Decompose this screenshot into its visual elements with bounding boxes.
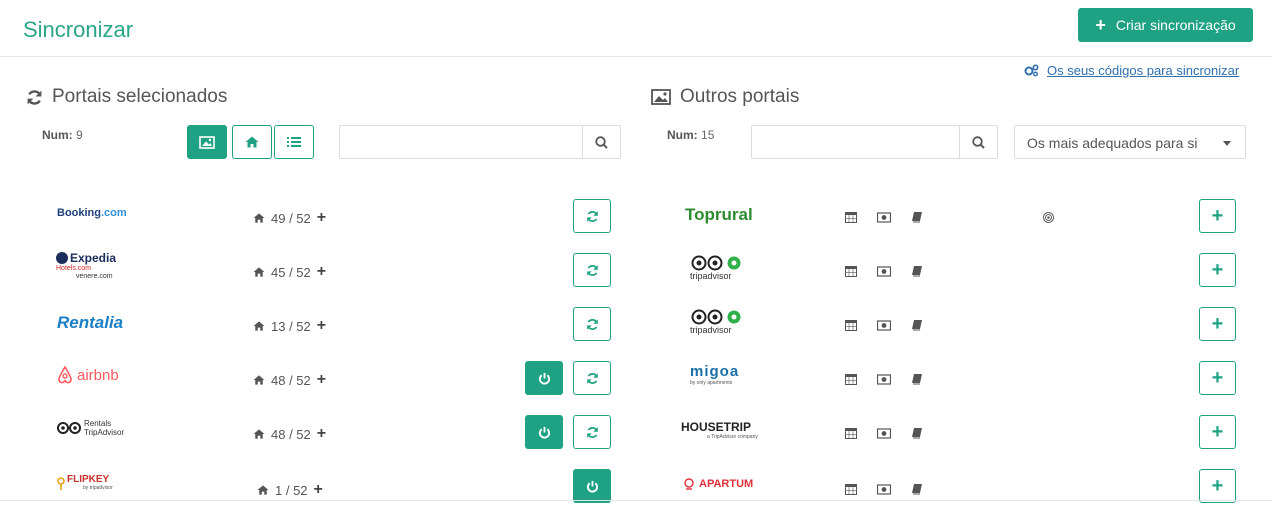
tripadvisor-logo: tripadvisor: [690, 309, 742, 335]
add-portal-button[interactable]: +: [1199, 199, 1236, 233]
target-icon: [1043, 212, 1054, 223]
money-icon: [877, 319, 891, 331]
home-icon: [245, 136, 259, 148]
toprural-logo: Toprural: [685, 205, 753, 224]
money-icon: [877, 427, 891, 439]
portal-features: [845, 319, 923, 331]
sort-select[interactable]: Os mais adequados para si: [1014, 125, 1246, 159]
book-icon: [912, 266, 922, 277]
book-icon: [912, 428, 922, 439]
calendar-icon: [845, 374, 857, 385]
portal-features: [845, 265, 923, 277]
selected-search-button[interactable]: [582, 126, 620, 158]
selected-count-label: Num:: [42, 128, 73, 142]
selected-count: Num: 9: [42, 128, 83, 142]
list-icon: [287, 137, 301, 147]
selected-count-value: 9: [76, 128, 83, 142]
top-bar: Sincronizar + Criar sincronização: [0, 0, 1272, 57]
calendar-icon: [845, 266, 857, 277]
create-sync-button[interactable]: + Criar sincronização: [1078, 8, 1253, 42]
selected-search: [339, 125, 621, 159]
image-icon: [651, 89, 671, 105]
housetrip-logo: HOUSETRIP a TripAdvisor company: [681, 420, 758, 441]
add-portal-button[interactable]: +: [1199, 253, 1236, 287]
sync-codes-link[interactable]: Os seus códigos para sincronizar: [1024, 63, 1239, 78]
book-icon: [912, 320, 922, 331]
portal-features: [845, 373, 923, 385]
money-icon: [877, 483, 891, 495]
others-count: Num: 15: [667, 128, 714, 142]
migoa-logo: migoa by only apartments: [690, 363, 740, 386]
others-search: [751, 125, 998, 159]
apartum-logo: APARTUM: [683, 478, 753, 490]
others-count-label: Num:: [667, 128, 698, 142]
others-search-button[interactable]: [959, 126, 997, 158]
chevron-down-icon: [1223, 141, 1231, 146]
view-list-button[interactable]: [274, 125, 314, 159]
tripadvisor-logo: tripadvisor: [690, 255, 742, 281]
book-icon: [912, 374, 922, 385]
others-count-value: 15: [701, 128, 715, 142]
calendar-icon: [845, 320, 857, 331]
add-portal-button[interactable]: +: [1199, 469, 1236, 503]
other-portals-title-text: Outros portais: [680, 86, 800, 107]
add-portal-button[interactable]: +: [1199, 307, 1236, 341]
money-icon: [877, 211, 891, 223]
search-icon: [972, 135, 985, 149]
other-portals-title: Outros portais: [651, 86, 799, 108]
gears-icon: [1024, 64, 1039, 77]
create-sync-label: Criar sincronização: [1115, 17, 1236, 33]
other-portal-row: tripadvisor +: [0, 297, 1272, 351]
divider: [0, 500, 1272, 501]
calendar-icon: [845, 484, 857, 495]
others-search-input[interactable]: [752, 126, 957, 158]
calendar-icon: [845, 428, 857, 439]
selected-portals-title-text: Portais selecionados: [52, 86, 228, 107]
portal-features: [845, 483, 923, 495]
sort-select-value: Os mais adequados para si: [1027, 135, 1198, 151]
view-properties-button[interactable]: [232, 125, 272, 159]
book-icon: [912, 212, 922, 223]
portal-features: [845, 427, 923, 439]
other-portal-row: tripadvisor +: [0, 243, 1272, 297]
selected-search-input[interactable]: [340, 126, 580, 158]
money-icon: [877, 265, 891, 277]
view-logos-button[interactable]: [187, 125, 227, 159]
page-title: Sincronizar: [23, 17, 134, 42]
book-icon: [912, 484, 922, 495]
other-portal-row: HOUSETRIP a TripAdvisor company +: [0, 405, 1272, 459]
plus-icon: +: [1095, 14, 1106, 35]
other-portal-row: APARTUM +: [0, 459, 1272, 513]
add-portal-button[interactable]: +: [1199, 361, 1236, 395]
sync-codes-link-text: Os seus códigos para sincronizar: [1047, 63, 1240, 78]
selected-portals-title: Portais selecionados: [26, 86, 227, 108]
refresh-icon: [27, 89, 42, 105]
calendar-icon: [845, 212, 857, 223]
other-portal-row: Toprural +: [0, 189, 1272, 243]
money-icon: [877, 373, 891, 385]
add-portal-button[interactable]: +: [1199, 415, 1236, 449]
image-icon: [199, 135, 215, 149]
search-icon: [595, 135, 608, 149]
portal-features: [845, 211, 923, 223]
other-portal-row: migoa by only apartments +: [0, 351, 1272, 405]
